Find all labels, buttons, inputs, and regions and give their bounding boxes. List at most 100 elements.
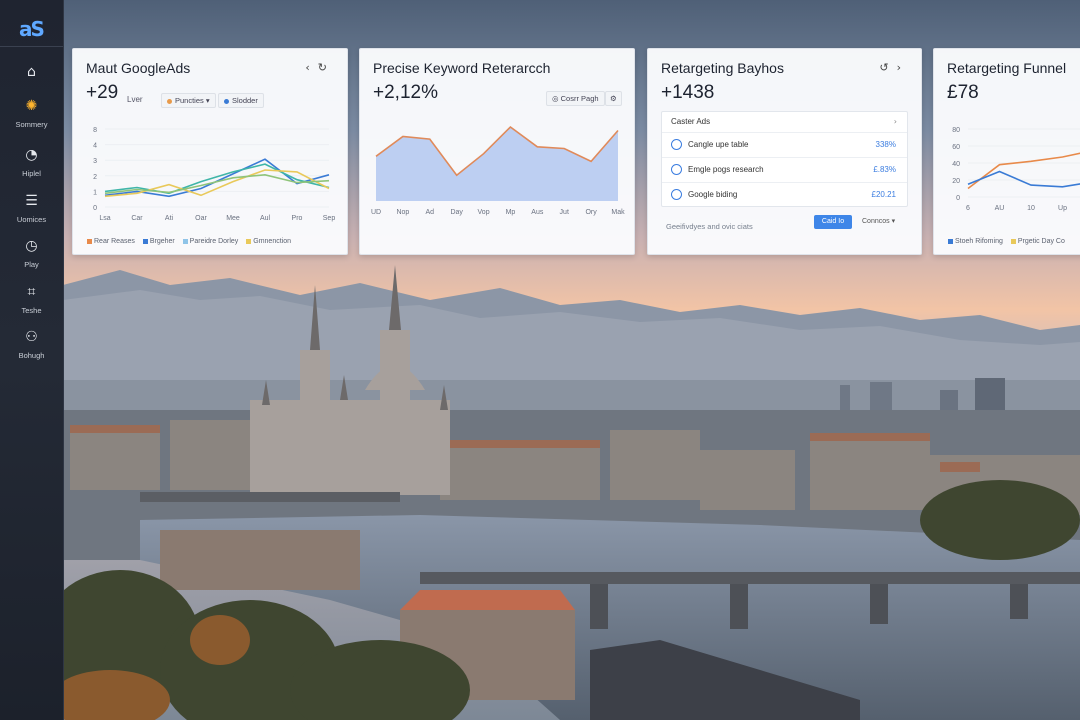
y-tick-label: 1 — [93, 189, 97, 196]
line-chart-google-ads: 8 4 3 2 1 0Lsa Car Ati Oar Mee Aul Pro Sep — [93, 127, 336, 222]
ads-list: Caster Ads › Cangle upe table 338% Emgle p… — [661, 111, 908, 207]
card-title: Maut GoogleAds — [86, 60, 191, 76]
y-tick-label: 60 — [952, 144, 960, 151]
sidebar: aS ⌂ ✺ Sommery ◔ Hiplel ☰ Uomices ◷ Play… — [0, 0, 64, 720]
y-tick-label: 0 — [956, 195, 960, 202]
sidebar-item-label: Teshe — [21, 306, 42, 315]
list-item[interactable]: Cangle upe table 338% — [662, 133, 907, 158]
list-icon: ☰ — [25, 193, 38, 209]
legend-item: Pareidre Dorley — [182, 238, 238, 245]
x-tick-label: Ory — [585, 209, 597, 216]
y-tick-label: 3 — [93, 158, 97, 165]
sidebar-item-label: Uomices — [16, 215, 47, 224]
y-tick-label: 4 — [93, 143, 97, 150]
filter-chip-puncties[interactable]: Puncties ▾ — [161, 93, 216, 108]
legend-item: Gmnenction — [246, 238, 291, 245]
sidebar-item-play[interactable]: ◷ Play — [4, 236, 59, 288]
series-line — [967, 170, 1080, 188]
dot-icon — [167, 98, 172, 104]
x-tick-label: Ad — [425, 209, 434, 216]
select-dropdown[interactable]: Conncos ▾ — [858, 215, 904, 229]
chevron-left-icon[interactable]: ‹ — [305, 61, 317, 74]
card-controls: ↺› — [879, 61, 909, 74]
x-tick-label: Nop — [396, 209, 409, 216]
filter-chip-slodder[interactable]: Slodder — [218, 93, 264, 108]
page-select[interactable]: ◎ Cosrr Pagh — [546, 91, 605, 106]
x-tick-label: Mak — [611, 209, 625, 216]
x-tick-label: Pro — [292, 215, 303, 222]
y-tick-label: 2 — [93, 174, 97, 181]
primary-button[interactable]: Caid Io — [814, 215, 852, 229]
chart-legend: Rear Reases Brgeher Pareidre Dorley Gmne… — [87, 238, 297, 245]
list-item[interactable]: Google biding £20.21 — [662, 183, 907, 207]
card-title: Retargeting Bayhos — [661, 60, 784, 76]
x-tick-label: 6 — [966, 205, 970, 212]
card-metric: +1438 — [661, 82, 715, 103]
list-item[interactable]: Emgle pogs research £.83% — [662, 158, 907, 183]
clock-icon: ◷ — [25, 238, 38, 254]
y-tick-label: 80 — [952, 127, 960, 134]
home-icon: ⌂ — [27, 64, 36, 80]
helpel-icon: ◔ — [25, 147, 38, 163]
card-metric: +29 — [86, 82, 119, 103]
sidebar-item-label: Sommery — [15, 120, 48, 129]
list-header[interactable]: Caster Ads › — [662, 112, 907, 133]
x-tick-label: Ati — [165, 215, 174, 222]
x-tick-label: Sep — [323, 215, 336, 222]
x-tick-label: UD — [371, 209, 381, 216]
card-title: Precise Keyword Reterarcch — [373, 60, 551, 76]
card-metric: £78 — [947, 82, 979, 103]
x-tick-label: Mp — [506, 209, 516, 216]
summary-icon: ✺ — [25, 98, 38, 114]
legend-item: Rear Reases — [87, 238, 135, 245]
card-metric: +2,12% — [373, 82, 438, 103]
series-line — [104, 158, 330, 198]
area-chart-keyword: UD Nop Ad Day Vop Mp Aus Jut Ory Mak — [371, 125, 625, 216]
circle-icon — [671, 139, 682, 151]
y-tick-label: 20 — [952, 178, 960, 185]
x-tick-label: Vop — [478, 209, 490, 216]
y-tick-label: 40 — [952, 161, 960, 168]
retargeting-funnel-card: Retargeting Funnel £78 8060402006AU10UpD… — [933, 48, 1080, 255]
users-icon: ⚇ — [25, 329, 38, 345]
x-tick-label: Car — [131, 215, 143, 222]
retargeting-bayhos-card: Retargeting Bayhos ↺› +1438 Caster Ads › … — [647, 48, 922, 255]
x-tick-label: Jut — [560, 209, 569, 216]
sidebar-item-label: Hiplel — [22, 169, 41, 178]
x-tick-label: Aul — [260, 215, 271, 222]
sidebar-item-hiplel[interactable]: ◔ Hiplel — [4, 145, 59, 197]
refresh-icon[interactable]: ↻ — [318, 61, 335, 74]
sidebar-item-label: Play — [24, 260, 39, 269]
settings-icon[interactable]: ⚙ — [605, 91, 622, 106]
card-title: Retargeting Funnel — [947, 60, 1067, 76]
sidebar-item-summary[interactable]: ✺ Sommery — [4, 96, 59, 148]
line-chart-funnel: 8060402006AU10UpDay — [952, 127, 1080, 212]
refresh-icon[interactable]: ↺ — [879, 61, 896, 74]
x-tick-label: Up — [1058, 205, 1067, 212]
arrow-right-icon[interactable]: › — [897, 61, 909, 74]
x-tick-label: Oar — [195, 215, 207, 222]
card-controls: ‹↻ — [305, 61, 335, 74]
sidebar-divider — [0, 46, 63, 47]
x-tick-label: Day — [450, 209, 463, 216]
x-tick-label: 10 — [1027, 205, 1035, 212]
metric-sublabel: Lver — [127, 95, 143, 104]
chart-icon: ⌗ — [27, 284, 36, 300]
x-tick-label: Lsa — [99, 215, 110, 222]
circle-icon — [671, 189, 682, 201]
x-tick-label: AU — [995, 205, 1005, 212]
legend-item: Stoeh Rifoming — [948, 238, 1003, 245]
chart-legend: Stoeh Rifoming Prgetic Day Co — [948, 238, 1071, 245]
sidebar-item-bohugh[interactable]: ⚇ Bohugh — [4, 327, 59, 379]
x-tick-label: Mee — [226, 215, 240, 222]
legend-item: Brgeher — [142, 238, 175, 245]
google-ads-card: Maut GoogleAds ‹↻ +29 Lver Puncties ▾ Sl… — [72, 48, 348, 255]
dot-icon — [224, 98, 229, 104]
foot-note: Geeifivdyes and ovic ciats — [666, 222, 753, 231]
x-tick-label: Aus — [531, 209, 544, 216]
keyword-research-card: Precise Keyword Reterarcch +2,12% ◎ Cosr… — [359, 48, 635, 255]
y-tick-label: 0 — [93, 205, 97, 212]
app-logo[interactable]: aS — [14, 14, 48, 44]
legend-item: Prgetic Day Co — [1010, 238, 1065, 245]
circle-icon — [671, 164, 682, 176]
